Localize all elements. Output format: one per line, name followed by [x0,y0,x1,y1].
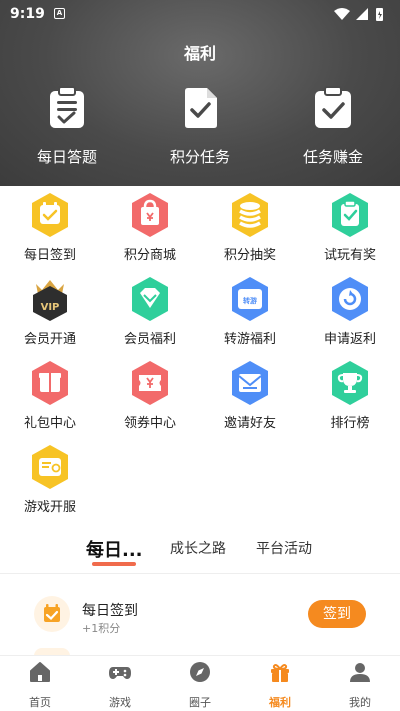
grid-item-invite-friends[interactable]: 邀请好友 [200,354,300,438]
grid-item-leaderboard[interactable]: 排行榜 [300,354,400,438]
bottom-nav: 首页 游戏 圈子 福利 我的 [0,655,400,711]
compass-icon [190,662,210,682]
gift-icon [271,664,289,682]
tab-active-indicator [92,562,136,566]
earn-gold-label: 任务赚金 [302,148,363,166]
server-open-icon [32,445,68,489]
grid-item-transfer-welfare[interactable]: 转游 转游福利 [200,270,300,354]
nav-welfare[interactable]: 福利 [240,660,320,710]
tabs-divider [0,573,400,574]
task-document-icon [185,88,217,128]
trophy-icon [332,361,368,405]
grid-label: 每日签到 [23,248,76,263]
grid-label: 会员开通 [23,332,76,347]
transfer-game-icon: 转游 [232,277,268,321]
points-task-button[interactable]: 积分任务 [145,86,255,167]
status-bar: 9:19 A [0,0,400,28]
system-status-icons [334,8,383,21]
shop-bag-icon [132,193,168,237]
nav-games[interactable]: 游戏 [80,660,160,710]
daily-quiz-label: 每日答题 [36,148,97,166]
invite-mail-icon [232,361,268,405]
grid-label: 排行榜 [330,416,370,431]
rebate-icon [332,277,368,321]
task-row-daily-checkin: 每日签到 +1积分 签到 [0,590,400,644]
grid-label: 礼包中心 [23,416,76,431]
grid-item-vip-open[interactable]: VIP 会员开通 [0,270,100,354]
grid-item-apply-rebate[interactable]: 申请返利 [300,270,400,354]
task-icon-bg [34,596,70,632]
earn-clipboard-icon [315,86,351,128]
tab-daily[interactable]: 每日... [86,536,143,562]
daily-quiz-button[interactable]: 每日答题 [12,86,122,167]
grid-label: 转游福利 [223,332,276,347]
grid-item-daily-checkin[interactable]: 每日签到 [0,186,100,270]
grid-item-points-mall[interactable]: 积分商城 [100,186,200,270]
grid-item-vip-welfare[interactable]: 会员福利 [100,270,200,354]
nav-mine[interactable]: 我的 [320,660,400,710]
notification-icon: A [54,8,65,19]
task-tabs: 每日... 成长之路 平台活动 [0,530,400,572]
trial-clipboard-icon [332,193,368,237]
transfer-badge-text: 转游 [243,296,257,305]
nav-label: 游戏 [109,696,131,709]
nav-label: 首页 [29,696,51,709]
grid-label: 会员福利 [123,332,176,347]
quiz-clipboard-icon [50,86,84,128]
tab-growth-path[interactable]: 成长之路 [170,538,226,558]
nav-label: 圈子 [189,696,211,709]
grid-item-trial-reward[interactable]: 试玩有奖 [300,186,400,270]
calendar-check-icon [44,604,60,622]
points-task-label: 积分任务 [169,148,230,166]
diamond-icon [132,277,168,321]
grid-label: 邀请好友 [223,416,276,431]
grid-item-coupon-center[interactable]: 领券中心 [100,354,200,438]
home-icon [30,662,50,682]
grid-label: 积分抽奖 [223,248,276,263]
gamepad-icon [109,667,131,679]
nav-home[interactable]: 首页 [0,660,80,710]
vip-badge-text: VIP [41,302,60,313]
task-reward: +1积分 [82,622,121,635]
tab-platform-activity[interactable]: 平台活动 [256,538,312,558]
grid-label: 积分商城 [123,248,176,263]
checkin-button[interactable]: 签到 [308,600,366,628]
coupon-icon [132,361,168,405]
nav-label: 福利 [269,696,291,709]
page-title: 福利 [183,44,216,63]
earn-gold-button[interactable]: 任务赚金 [278,86,388,167]
task-title: 每日签到 [82,603,138,619]
coins-icon [232,193,268,237]
grid-item-game-server[interactable]: 游戏开服 [0,438,100,522]
nav-label: 我的 [349,696,371,709]
grid-label: 申请返利 [323,332,376,347]
status-time: 9:19 [10,6,45,22]
grid-label: 试玩有奖 [323,248,376,263]
gift-box-icon [32,361,68,405]
grid-label: 领券中心 [123,416,176,431]
vip-badge-icon: VIP [33,280,67,321]
calendar-icon [32,193,68,237]
nav-circle[interactable]: 圈子 [160,660,240,710]
grid-label: 游戏开服 [23,500,76,515]
grid-item-gift-center[interactable]: 礼包中心 [0,354,100,438]
user-icon [350,663,370,682]
grid-item-points-lottery[interactable]: 积分抽奖 [200,186,300,270]
header: 9:19 A 福利 每日答题 积分任务 任务赚金 [0,0,400,186]
